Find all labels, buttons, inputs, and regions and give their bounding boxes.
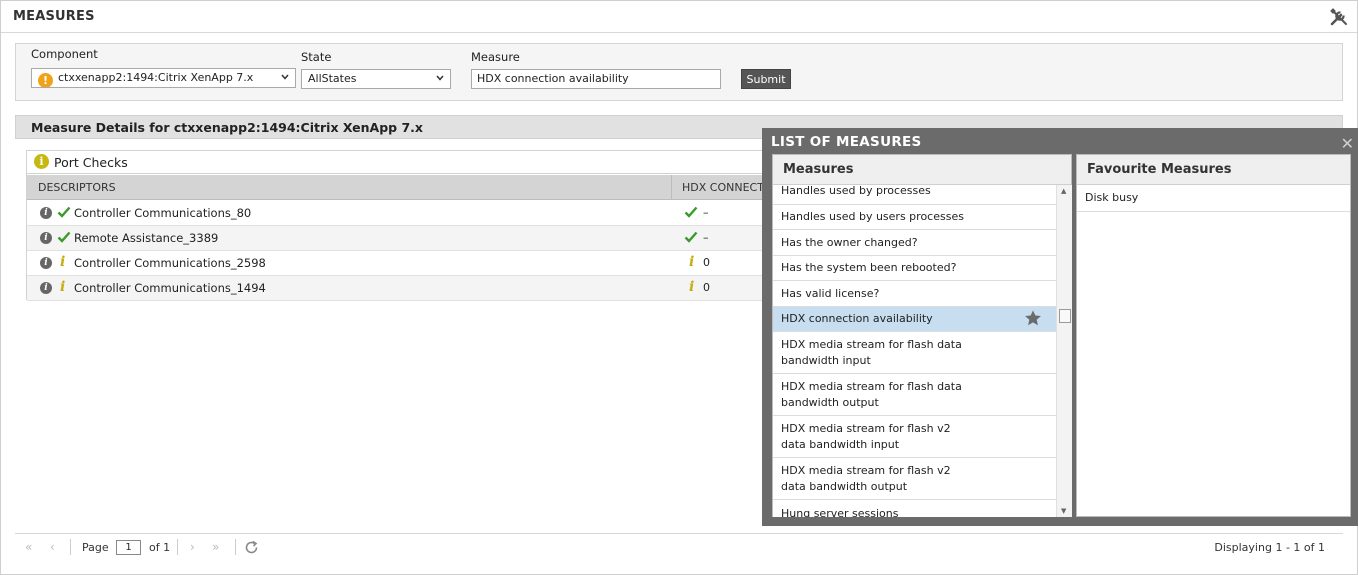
next-page-icon[interactable]: › xyxy=(190,540,195,554)
wrench-screwdriver-icon[interactable] xyxy=(1329,7,1349,27)
column-hdx-connection[interactable]: HDX CONNECTI xyxy=(682,181,767,194)
measure-value: 0 xyxy=(703,281,710,294)
component-label: Component xyxy=(31,47,98,61)
favourite-item[interactable]: Disk busy xyxy=(1077,185,1350,212)
window-header: MEASURES xyxy=(1,1,1357,33)
list-item-label: HDX connection availability xyxy=(781,312,933,325)
pager-divider xyxy=(235,539,236,555)
table-header: DESCRIPTORS HDX CONNECTI xyxy=(27,175,785,200)
prev-page-icon[interactable]: ‹ xyxy=(50,540,55,554)
vertical-scrollbar[interactable]: ▲ ▼ xyxy=(1056,185,1072,517)
list-item[interactable]: Handles used by users processes xyxy=(773,205,1056,230)
details-info-icon[interactable]: i xyxy=(40,282,52,294)
info-italic-icon: i xyxy=(60,279,66,295)
list-item-label: HDX media stream for flash v2 data bandw… xyxy=(781,464,951,493)
list-item-label: Has the owner changed? xyxy=(781,236,918,249)
info-italic-icon: i xyxy=(689,279,695,295)
refresh-icon[interactable] xyxy=(244,540,259,555)
chevron-down-icon xyxy=(281,74,289,80)
pager-divider xyxy=(177,539,178,555)
details-info-icon[interactable]: i xyxy=(40,207,52,219)
descriptor-name: Controller Communications_2598 xyxy=(74,256,266,270)
details-info-icon[interactable]: i xyxy=(40,232,52,244)
page-number-input[interactable]: 1 xyxy=(116,540,141,555)
display-summary: Displaying 1 - 1 of 1 xyxy=(1214,541,1325,554)
list-item-label: Hung server sessions xyxy=(781,507,899,517)
details-info-icon[interactable]: i xyxy=(40,257,52,269)
table-row[interactable]: i Remote Assistance_3389 – xyxy=(27,226,785,251)
list-item-label: Has the system been rebooted? xyxy=(781,261,957,274)
favourites-column: Favourite Measures Disk busy xyxy=(1076,154,1351,517)
table-row[interactable]: i i Controller Communications_2598 i 0 xyxy=(27,251,785,276)
list-item-label: Handles used by users processes xyxy=(781,210,964,223)
page-label: Page xyxy=(82,541,109,554)
list-item[interactable]: HDX media stream for flash v2 data bandw… xyxy=(773,458,1056,500)
descriptor-name: Controller Communications_1494 xyxy=(74,281,266,295)
dialog-title: LIST OF MEASURES xyxy=(771,134,922,150)
list-item[interactable]: HDX media stream for flash data bandwidt… xyxy=(773,332,1056,374)
component-value: ctxxenapp2:1494:Citrix XenApp 7.x xyxy=(58,71,254,84)
list-item-label: HDX media stream for flash data bandwidt… xyxy=(781,338,962,367)
list-item[interactable]: Handles used by processes xyxy=(773,185,1056,205)
table-row[interactable]: i Controller Communications_80 – xyxy=(27,201,785,226)
state-label: State xyxy=(301,50,332,64)
list-item[interactable]: Has valid license? xyxy=(773,281,1056,307)
info-icon: i xyxy=(34,154,49,169)
details-title: Measure Details for ctxxenapp2:1494:Citr… xyxy=(31,120,423,135)
panel-title: Port Checks xyxy=(54,155,128,170)
warning-icon: ! xyxy=(38,73,53,87)
chevron-down-icon xyxy=(436,75,444,81)
measures-list: Handles used by processes Handles used b… xyxy=(773,185,1056,517)
last-page-icon[interactable]: » xyxy=(212,540,219,554)
list-item[interactable]: HDX media stream for flash v2 data bandw… xyxy=(773,416,1056,458)
list-item[interactable]: Has the owner changed? xyxy=(773,230,1056,256)
measure-value: 0 xyxy=(703,256,710,269)
window-title: MEASURES xyxy=(13,9,95,24)
measure-label: Measure xyxy=(471,50,520,64)
list-item[interactable]: Hung server sessions xyxy=(773,500,1056,517)
port-checks-panel: i Port Checks DESCRIPTORS HDX CONNECTI i… xyxy=(26,150,786,301)
favourites-header: Favourite Measures xyxy=(1077,155,1350,185)
list-item-label: HDX media stream for flash data bandwidt… xyxy=(781,380,962,409)
filter-bar: Component ! ctxxenapp2:1494:Citrix XenApp… xyxy=(15,43,1343,101)
measures-header: Measures xyxy=(773,155,1071,185)
star-favourite-icon[interactable] xyxy=(1024,309,1042,327)
list-item[interactable]: HDX media stream for flash data bandwidt… xyxy=(773,374,1056,416)
pagination-bar: « ‹ Page 1 of 1 › » Displaying 1 - 1 of … xyxy=(15,533,1343,561)
measure-value: – xyxy=(703,231,709,244)
scrollbar-thumb[interactable] xyxy=(1059,309,1071,323)
scroll-up-arrow-icon[interactable]: ▲ xyxy=(1061,187,1066,195)
page-count: of 1 xyxy=(149,541,171,554)
check-icon xyxy=(57,231,71,243)
info-italic-icon: i xyxy=(689,254,695,270)
state-value: AllStates xyxy=(308,72,357,85)
panel-title-bar: i Port Checks xyxy=(27,151,785,174)
list-item-label: HDX media stream for flash v2 data bandw… xyxy=(781,422,951,451)
list-of-measures-dialog: LIST OF MEASURES ✕ Measures Handles used… xyxy=(762,128,1358,526)
list-item-selected[interactable]: HDX connection availability xyxy=(773,307,1056,332)
column-descriptors[interactable]: DESCRIPTORS xyxy=(38,181,116,194)
submit-button[interactable]: Submit xyxy=(741,69,791,89)
first-page-icon[interactable]: « xyxy=(25,540,32,554)
descriptor-name: Controller Communications_80 xyxy=(74,206,252,220)
measure-input[interactable]: HDX connection availability xyxy=(471,69,721,89)
pager-divider xyxy=(70,539,71,555)
check-icon xyxy=(684,231,698,243)
list-item-label: Has valid license? xyxy=(781,287,880,300)
component-select[interactable]: ! ctxxenapp2:1494:Citrix XenApp 7.x xyxy=(31,68,296,88)
check-icon xyxy=(684,206,698,218)
scroll-down-arrow-icon[interactable]: ▼ xyxy=(1061,507,1066,515)
close-icon[interactable]: ✕ xyxy=(1341,134,1354,153)
list-item[interactable]: Has the system been rebooted? xyxy=(773,256,1056,281)
measure-value: – xyxy=(703,206,709,219)
column-divider xyxy=(671,175,672,200)
state-select[interactable]: AllStates xyxy=(301,69,451,89)
table-row[interactable]: i i Controller Communications_1494 i 0 xyxy=(27,276,785,301)
list-item-label: Handles used by processes xyxy=(781,185,931,197)
descriptor-name: Remote Assistance_3389 xyxy=(74,231,219,245)
check-icon xyxy=(57,206,71,218)
info-italic-icon: i xyxy=(60,254,66,270)
measures-column: Measures Handles used by processes Handl… xyxy=(772,154,1072,517)
